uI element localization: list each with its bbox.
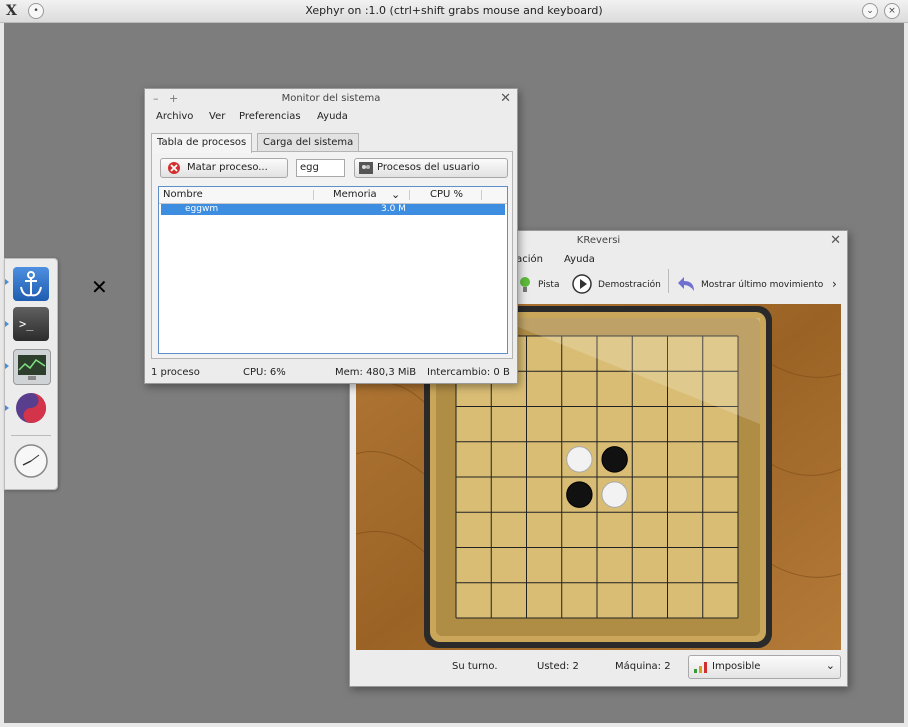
users-icon (359, 162, 373, 181)
monitor-title: Monitor del sistema (281, 93, 381, 104)
sort-chevron-icon: ⌄ (391, 188, 401, 201)
svg-text:>_: >_ (19, 317, 34, 331)
process-name: eggwm (185, 204, 219, 214)
tab-system-load[interactable]: Carga del sistema (257, 133, 360, 152)
kreversi-title: KReversi (576, 235, 621, 246)
table-row[interactable]: eggwm 3.0 M (161, 204, 505, 215)
dock-arrow-icon (5, 363, 9, 369)
column-name[interactable]: Nombre (163, 187, 203, 203)
process-filter-input[interactable]: egg (296, 159, 345, 177)
toolbar-overflow-button[interactable]: › (832, 277, 837, 291)
anchor-icon[interactable] (13, 267, 49, 301)
turn-status: Su turno. (452, 661, 498, 672)
xephyr-title: Xephyr on :1.0 (ctrl+shift grabs mouse a… (305, 4, 603, 17)
tab-process-table[interactable]: Tabla de procesos (151, 133, 253, 153)
system-monitor-icon[interactable] (13, 349, 51, 385)
menu-item-ayuda[interactable]: Ayuda (317, 111, 348, 122)
demo-button[interactable]: Demostración (598, 280, 661, 290)
x-cursor-icon: ✕ (91, 275, 108, 299)
menu-item-archivo[interactable]: Archivo (156, 111, 193, 122)
cpu-usage: CPU: 6% (243, 367, 286, 378)
dock-separator (11, 435, 51, 436)
swap-usage: Intercambio: 0 B (427, 367, 510, 378)
monitor-close-icon[interactable]: ✕ (500, 92, 511, 106)
lightbulb-icon (518, 275, 532, 296)
close-icon[interactable]: × (884, 3, 900, 19)
column-separator (313, 190, 314, 200)
difficulty-value: Imposible (712, 661, 761, 672)
desktop: >_ ✕ KReversi ✕ ración Ayuda Pista Demos… (4, 23, 904, 723)
process-table: Nombre Memoria ⌄ CPU % eggwm 3.0 M (158, 186, 508, 354)
menu-item-ayuda[interactable]: Ayuda (564, 254, 595, 265)
kreversi-close-icon[interactable]: ✕ (830, 234, 841, 248)
process-panel: Matar proceso... egg Procesos del usuari… (151, 151, 513, 359)
system-monitor-window: – + Monitor del sistema ✕ Archivo Ver Pr… (144, 88, 518, 384)
process-count: 1 proceso (151, 367, 200, 378)
kreversi-icon[interactable] (13, 391, 49, 425)
dock-panel: >_ (4, 258, 58, 490)
toolbar-separator (668, 269, 669, 293)
machine-score: Máquina: 2 (615, 661, 671, 672)
black-piece (601, 446, 628, 473)
xephyr-titlebar: X • Xephyr on :1.0 (ctrl+shift grabs mou… (0, 0, 908, 23)
chevron-down-icon: ⌄ (825, 659, 835, 672)
difficulty-select[interactable]: Imposible ⌄ (688, 655, 841, 679)
player-score: Usted: 2 (537, 661, 579, 672)
show-last-move-button[interactable]: Mostrar último movimiento (701, 280, 823, 290)
table-header: Nombre Memoria ⌄ CPU % (159, 187, 507, 204)
monitor-titlebar: Monitor del sistema (145, 89, 517, 109)
dock-arrow-icon (5, 405, 9, 411)
black-piece (566, 481, 593, 508)
dock-arrow-icon (5, 321, 9, 327)
process-filter-value: Procesos del usuario (377, 162, 480, 173)
difficulty-bars-icon (694, 661, 708, 676)
white-piece (566, 446, 593, 473)
play-icon (572, 274, 592, 297)
minimize-icon[interactable]: ⌄ (862, 3, 878, 19)
kill-process-label: Matar proceso... (187, 162, 268, 173)
undo-arrow-icon (674, 273, 696, 298)
dock-arrow-icon (5, 279, 9, 285)
memory-usage: Mem: 480,3 MiB (335, 367, 417, 378)
menu-item-preferencias[interactable]: Preferencias (239, 111, 301, 122)
column-separator (481, 190, 482, 200)
process-filter-select[interactable]: Procesos del usuario (354, 158, 508, 178)
clock-icon[interactable] (13, 443, 49, 478)
menu-item-ver[interactable]: Ver (209, 111, 225, 122)
process-memory: 3.0 M (381, 204, 406, 214)
column-cpu[interactable]: CPU % (430, 187, 463, 203)
hint-button[interactable]: Pista (538, 280, 559, 290)
kill-icon (167, 161, 181, 182)
terminal-icon[interactable]: >_ (13, 307, 49, 341)
column-separator (409, 190, 410, 200)
white-piece (601, 481, 628, 508)
column-memory[interactable]: Memoria (333, 187, 377, 203)
kill-process-button[interactable]: Matar proceso... (160, 158, 288, 178)
